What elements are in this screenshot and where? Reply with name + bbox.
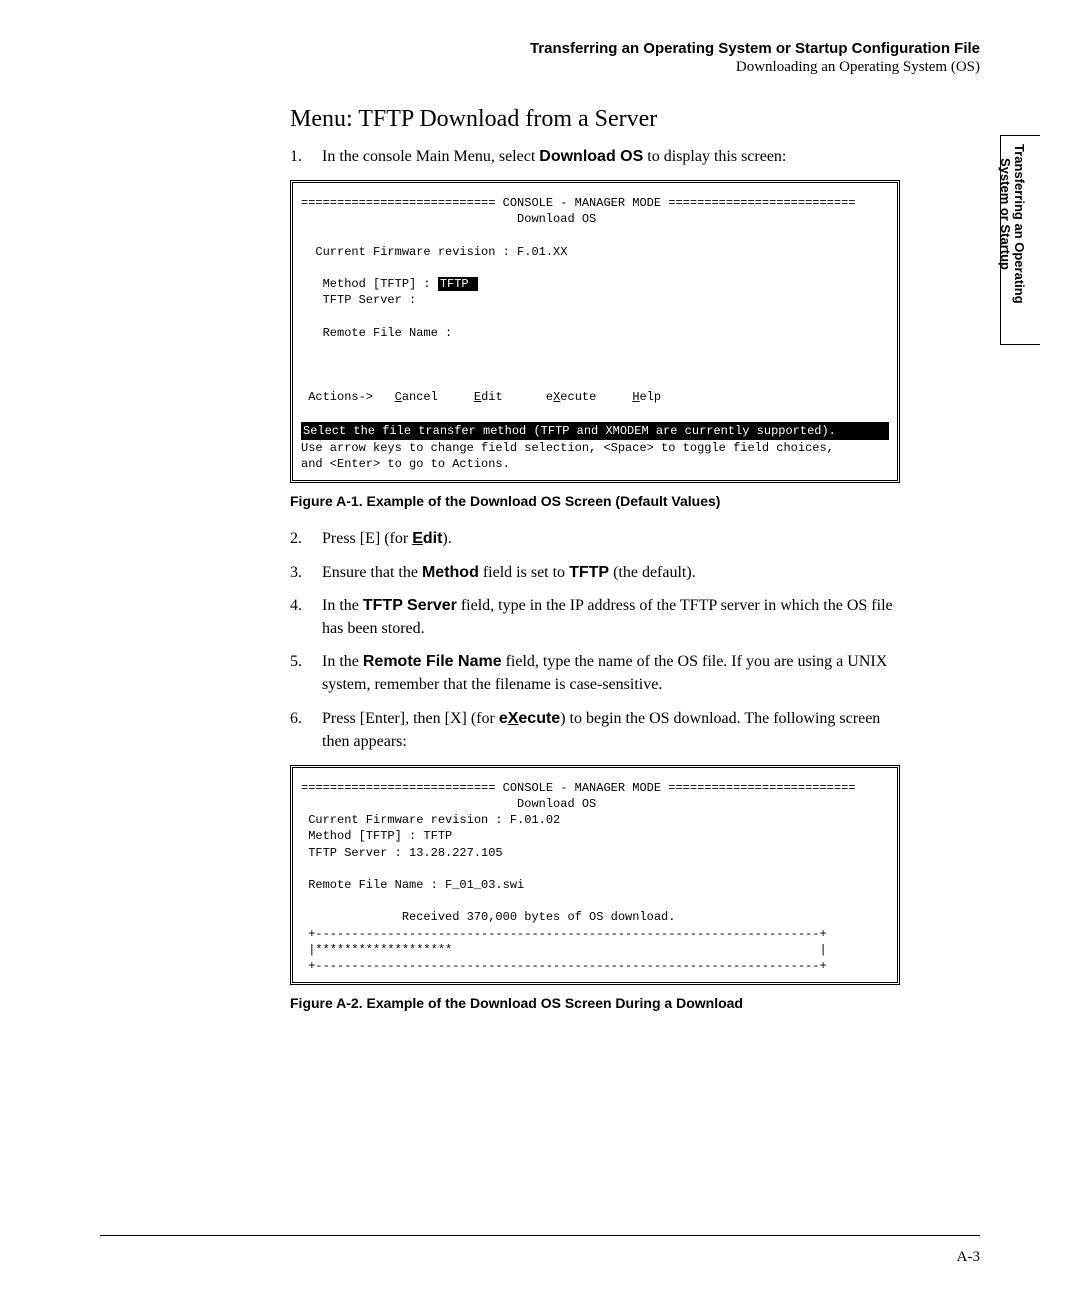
side-tab: Transferring an Operating System or Star… bbox=[1000, 135, 1040, 345]
console-screen-2: =========================== CONSOLE - MA… bbox=[290, 765, 900, 985]
side-tab-line2: System or Startup bbox=[998, 158, 1013, 270]
step-2: 2. Press [E] (for Edit). bbox=[290, 527, 900, 550]
method-field[interactable]: TFTP bbox=[438, 277, 478, 291]
page-header: Transferring an Operating System or Star… bbox=[100, 40, 980, 76]
header-subtitle: Downloading an Operating System (OS) bbox=[100, 59, 980, 76]
page-number: A-3 bbox=[957, 1249, 980, 1266]
step-6: 6. Press [Enter], then [X] (for eXecute)… bbox=[290, 707, 900, 753]
figure-2-caption: Figure A-2. Example of the Download OS S… bbox=[290, 995, 900, 1011]
step-num: 1. bbox=[290, 145, 322, 168]
console-screen-1: =========================== CONSOLE - MA… bbox=[290, 180, 900, 483]
figure-1-caption: Figure A-1. Example of the Download OS S… bbox=[290, 493, 900, 509]
step-4: 4. In the TFTP Server field, type in the… bbox=[290, 594, 900, 640]
header-title: Transferring an Operating System or Star… bbox=[100, 40, 980, 57]
step-1: 1. In the console Main Menu, select Down… bbox=[290, 145, 900, 168]
section-title: Menu: TFTP Download from a Server bbox=[290, 106, 900, 133]
step-3: 3. Ensure that the Method field is set t… bbox=[290, 561, 900, 584]
content-area: Menu: TFTP Download from a Server 1. In … bbox=[290, 106, 900, 1011]
step-5: 5. In the Remote File Name field, type t… bbox=[290, 650, 900, 696]
side-tab-line1: Transferring an Operating bbox=[1012, 144, 1027, 304]
step-body: In the console Main Menu, select Downloa… bbox=[322, 145, 900, 168]
footer-rule bbox=[100, 1235, 980, 1236]
hint-bar: Select the file transfer method (TFTP an… bbox=[301, 422, 889, 440]
